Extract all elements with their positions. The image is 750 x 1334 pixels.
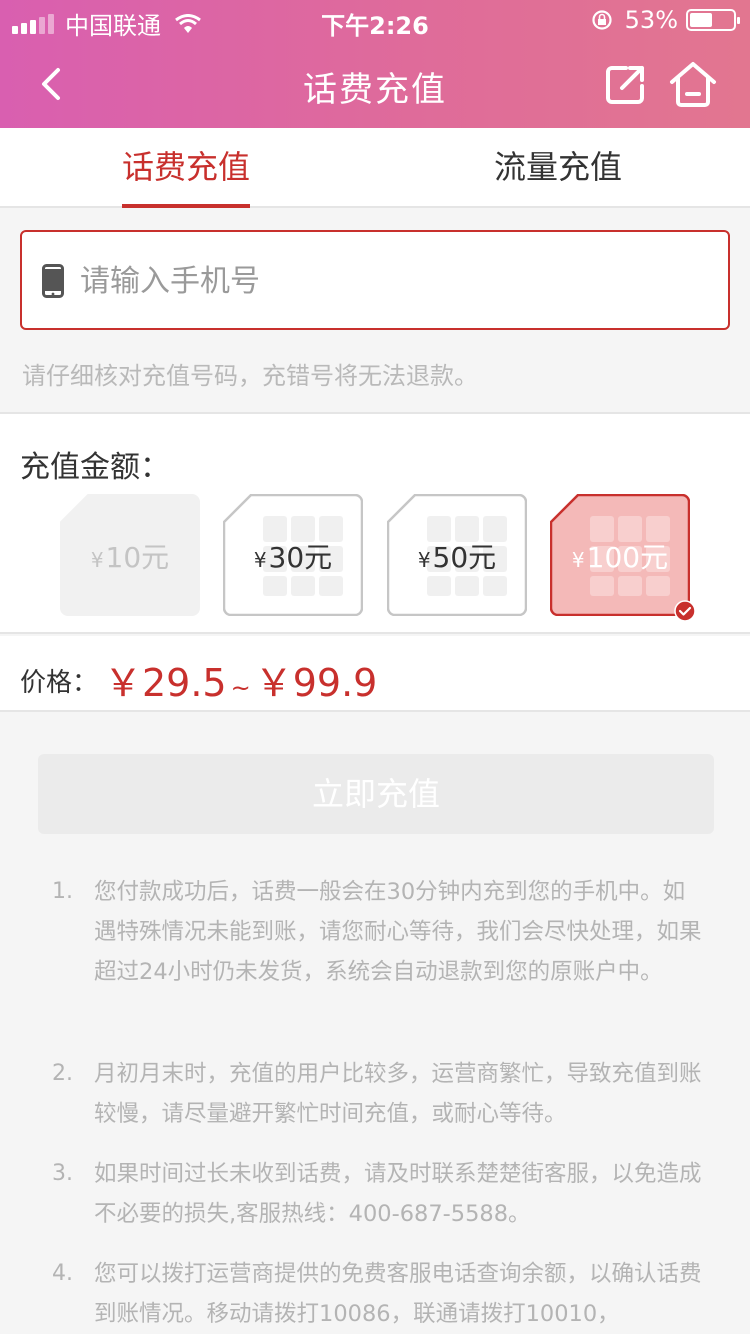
amount-section: 充值金额： ¥10元 ¥30元 ¥50元 ¥100元: [0, 412, 750, 634]
tab-bar: 话费充值 流量充值: [0, 128, 750, 208]
note-text: 您付款成功后，话费一般会在30分钟内充到您的手机中。如遇特殊情况未能到账，请您耐…: [94, 879, 702, 985]
currency-symbol: ¥: [417, 548, 431, 572]
currency-symbol: ¥: [90, 548, 104, 572]
price-row: 价格： ￥29.5 ~ ￥99.9: [0, 636, 750, 712]
checkmark-icon: [674, 600, 696, 622]
amount-value: 100元: [586, 541, 669, 574]
status-bar: 中国联通 下午2:26 53%: [0, 0, 750, 40]
battery-icon: [686, 9, 740, 31]
home-icon[interactable]: [668, 60, 718, 108]
amount-label: 充值金额：: [20, 450, 170, 485]
currency-symbol: ¥: [253, 548, 267, 572]
amount-option-100[interactable]: ¥100元: [550, 494, 696, 622]
price-range: ￥29.5 ~ ￥99.9: [104, 652, 377, 707]
phone-icon: [42, 264, 64, 298]
amount-option-10: ¥10元: [60, 494, 200, 616]
rotation-lock-icon: [592, 10, 612, 30]
input-hint: 请仔细核对充值号码，充错号将无法退款。: [22, 362, 478, 390]
phone-number-input[interactable]: [80, 256, 680, 306]
price-label: 价格：: [20, 668, 99, 698]
note-number: 2.: [52, 1061, 73, 1086]
phone-input-box: [20, 230, 730, 330]
price-separator: ~: [230, 674, 251, 702]
tab-phone-recharge[interactable]: 话费充值: [122, 128, 250, 208]
battery-percent: 53%: [624, 6, 678, 34]
amount-option-50[interactable]: ¥50元: [387, 494, 527, 616]
nav-bar: 话费充值: [0, 40, 750, 128]
share-icon[interactable]: [604, 62, 648, 106]
amount-value: 30元: [268, 541, 333, 574]
app-header: 中国联通 下午2:26 53% 话费充值: [0, 0, 750, 128]
note-number: 4.: [52, 1261, 73, 1286]
amount-value: 50元: [432, 541, 497, 574]
amount-value: 10元: [105, 541, 170, 574]
currency-symbol: ¥: [571, 548, 585, 572]
amount-option-30[interactable]: ¥30元: [223, 494, 363, 616]
note-text: 您可以拨打运营商提供的免费客服电话查询余额，以确认话费到账情况。移动请拨打100…: [94, 1261, 702, 1327]
note-text: 如果时间过长未收到话费，请及时联系楚楚街客服，以免造成不必要的损失,客服热线：4…: [94, 1161, 702, 1227]
note-text: 月初月末时，充值的用户比较多，运营商繁忙，导致充值到账较慢，请尽量避开繁忙时间充…: [94, 1061, 702, 1127]
price-min: ￥29.5: [104, 661, 227, 705]
note-number: 1.: [52, 879, 73, 904]
price-max: ￥99.9: [254, 661, 378, 705]
tab-data-recharge[interactable]: 流量充值: [494, 128, 622, 208]
recharge-now-button[interactable]: 立即充值: [38, 754, 714, 834]
note-number: 3.: [52, 1161, 73, 1186]
